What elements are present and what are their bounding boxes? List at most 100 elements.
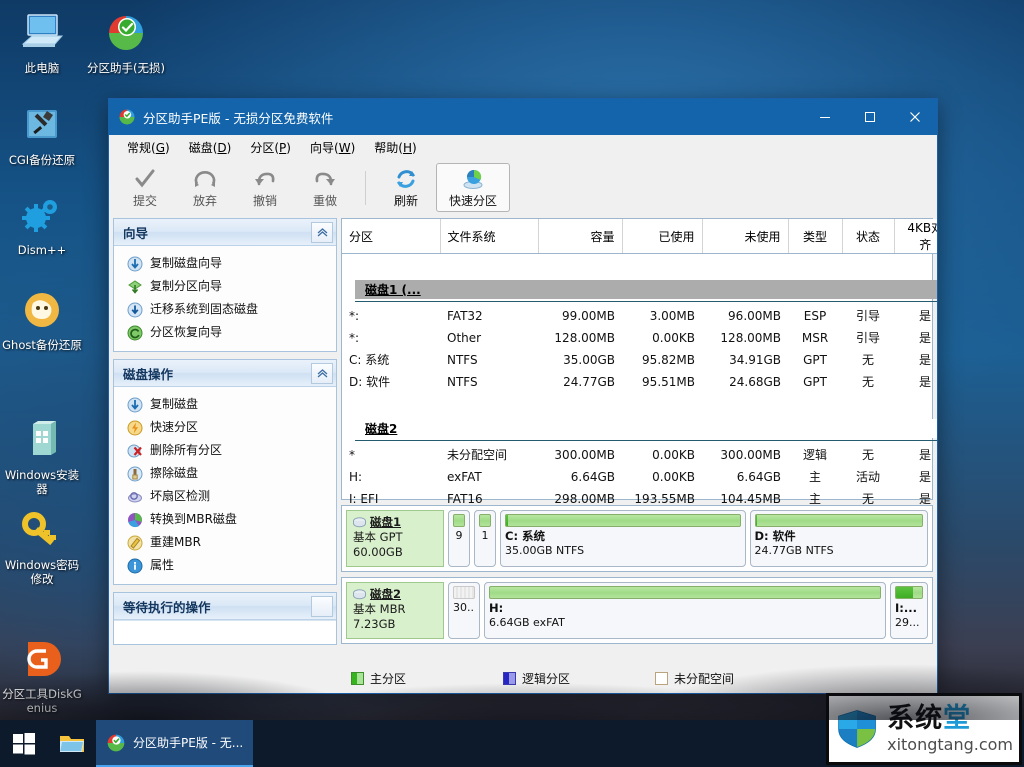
- cell-filesystem: NTFS: [447, 374, 478, 389]
- menu-partition[interactable]: 分区(P): [242, 136, 299, 159]
- sidebar-item-migrate-os[interactable]: 迁移系统到固态磁盘: [114, 298, 336, 321]
- cell-filesystem: NTFS: [447, 352, 478, 367]
- table-row[interactable]: D: 软件 NTFS 24.77GB 95.51MB 24.68GB GPT 无…: [342, 371, 937, 393]
- disk-map-1-name: 磁盘1: [370, 515, 402, 529]
- disk-map-1[interactable]: 磁盘1 基本 GPT 60.00GB 9 1 C: 系统 35.00GB NTF…: [341, 505, 933, 572]
- taskbar-file-explorer[interactable]: [48, 720, 96, 767]
- minimize-button[interactable]: [802, 99, 847, 135]
- sidebar-item-copy-disk-wizard[interactable]: 复制磁盘向导: [114, 252, 336, 275]
- wizard-panel-header[interactable]: 向导: [114, 219, 336, 246]
- cell-capacity: 24.77GB: [563, 374, 615, 389]
- migrate-os-icon: [127, 302, 143, 318]
- toolbar-undo-button[interactable]: 撤销: [235, 163, 295, 212]
- disk-map-2[interactable]: 磁盘2 基本 MBR 7.23GB 30... H: 6.64GB exFAT: [341, 577, 933, 644]
- sidebar-item-bad-sector-check[interactable]: 坏扇区检测: [114, 485, 336, 508]
- col-capacity[interactable]: 容量: [538, 219, 623, 254]
- cell-aligned: 是: [918, 353, 931, 367]
- disk-map-2-name: 磁盘2: [370, 587, 402, 601]
- partition-label-1: I:...: [895, 601, 917, 615]
- disk-group-header-row[interactable]: 磁盘1 (...: [342, 276, 937, 305]
- disk-map-partition[interactable]: H: 6.64GB exFAT: [484, 582, 886, 639]
- sidebar-item-convert-to-mbr[interactable]: 转换到MBR磁盘: [114, 508, 336, 531]
- toolbar-refresh-label: 刷新: [393, 193, 418, 208]
- sidebar-item-recover-partition-wizard[interactable]: 分区恢复向导: [114, 321, 336, 344]
- desktop-icon-dism[interactable]: Dism++: [0, 190, 84, 257]
- col-status[interactable]: 状态: [842, 219, 895, 254]
- table-row[interactable]: H: exFAT 6.64GB 0.00KB 6.64GB 主 活动 是: [342, 466, 937, 488]
- this-pc-icon: [0, 8, 84, 58]
- legend-unallocated: 未分配空间: [655, 670, 734, 687]
- disk-operations-panel: 磁盘操作 复制磁盘 快速分区 删除所有分区 擦除磁盘 坏扇区检测 转换到MBR磁…: [113, 359, 337, 585]
- menu-disk-key: D: [217, 141, 227, 155]
- window-titlebar[interactable]: 分区助手PE版 - 无损分区免费软件: [109, 99, 937, 135]
- disk-group-label: 磁盘1 (...: [355, 279, 937, 299]
- sidebar-item-copy-partition-wizard[interactable]: 复制分区向导: [114, 275, 336, 298]
- disk-map-partition[interactable]: C: 系统 35.00GB NTFS: [500, 510, 746, 567]
- disk-map-partition[interactable]: I:... 29...: [890, 582, 928, 639]
- sidebar-item-rebuild-mbr[interactable]: 重建MBR: [114, 531, 336, 554]
- table-row[interactable]: *: Other 128.00MB 0.00KB 128.00MB MSR 引导…: [342, 327, 937, 349]
- chevron-up-icon[interactable]: [311, 362, 333, 384]
- col-used[interactable]: 已使用: [622, 219, 703, 254]
- desktop-icon-partition-assistant[interactable]: 分区助手(无损): [84, 8, 168, 75]
- table-row[interactable]: *: FAT32 99.00MB 3.00MB 96.00MB ESP 引导 是: [342, 305, 937, 327]
- toolbar-redo-button[interactable]: 重做: [295, 163, 355, 212]
- cell-status: 无: [861, 448, 874, 462]
- disk-map-partition[interactable]: D: 软件 24.77GB NTFS: [749, 510, 928, 567]
- disk-operations-panel-header[interactable]: 磁盘操作: [114, 360, 336, 387]
- toolbar-quick-partition-button[interactable]: 快速分区: [436, 163, 510, 212]
- watermark-cn-black: 系统: [887, 703, 944, 734]
- cell-aligned: 是: [918, 448, 931, 462]
- rebuild-mbr-icon: [127, 535, 143, 551]
- desktop-icon-diskgenius[interactable]: 分区工具DiskGenius: [0, 634, 84, 715]
- collapse-toggle[interactable]: [311, 595, 333, 617]
- disk-group-header-row[interactable]: 磁盘2: [342, 415, 937, 444]
- chevron-up-icon[interactable]: [311, 221, 333, 243]
- sidebar-item-wipe-disk[interactable]: 擦除磁盘: [114, 462, 336, 485]
- menu-wizard[interactable]: 向导(W): [302, 136, 363, 159]
- close-button[interactable]: [892, 99, 937, 135]
- desktop-icon-label: Windows安装器: [4, 468, 80, 496]
- wipe-disk-icon: [127, 466, 143, 482]
- desktop-icon-ghost-backup[interactable]: Ghost备份还原: [0, 285, 84, 352]
- desktop-icon-windows-password[interactable]: Windows密码修改: [0, 505, 84, 586]
- menu-general[interactable]: 常规(G): [119, 136, 178, 159]
- menu-general-key: G: [155, 141, 166, 155]
- col-unused[interactable]: 未使用: [702, 219, 789, 254]
- start-button[interactable]: [0, 720, 48, 767]
- pending-operations-panel-title: 等待执行的操作: [123, 599, 211, 615]
- toolbar-commit-button[interactable]: 提交: [115, 163, 175, 212]
- pending-operations-panel-header[interactable]: 等待执行的操作: [114, 593, 336, 620]
- table-spacer: [342, 254, 937, 276]
- partition-label-1: 9: [455, 529, 463, 542]
- sidebar-item-quick-partition[interactable]: 快速分区: [114, 416, 336, 439]
- menu-disk[interactable]: 磁盘(D): [181, 136, 240, 159]
- desktop-icon-cgi-backup[interactable]: CGI备份还原: [0, 100, 84, 167]
- col-4k-aligned[interactable]: 4KB对齐: [894, 219, 937, 254]
- disk-map-partition[interactable]: 1: [474, 510, 496, 567]
- sidebar-item-copy-disk[interactable]: 复制磁盘: [114, 393, 336, 416]
- toolbar-quick-partition-label: 快速分区: [448, 193, 497, 208]
- toolbar-discard-button[interactable]: 放弃: [175, 163, 235, 212]
- sidebar-item-label: 复制磁盘向导: [150, 256, 223, 270]
- table-row[interactable]: * 未分配空间 300.00MB 0.00KB 300.00MB 逻辑 无 是: [342, 444, 937, 466]
- toolbar-refresh-button[interactable]: 刷新: [376, 163, 436, 212]
- menu-help[interactable]: 帮助(H): [366, 136, 424, 159]
- cell-used: 0.00KB: [652, 469, 695, 484]
- sidebar-item-delete-all-partitions[interactable]: 删除所有分区: [114, 439, 336, 462]
- table-row[interactable]: C: 系统 NTFS 35.00GB 95.82MB 34.91GB GPT 无…: [342, 349, 937, 371]
- taskbar-item-partition-assistant[interactable]: 分区助手PE版 - 无...: [96, 720, 254, 767]
- col-filesystem[interactable]: 文件系统: [440, 219, 539, 254]
- toolbar-commit-label: 提交: [132, 193, 157, 208]
- col-partition[interactable]: 分区: [342, 219, 441, 254]
- disk-map-partition[interactable]: 30...: [448, 582, 480, 639]
- sidebar-item-properties[interactable]: 属性: [114, 554, 336, 577]
- desktop-icon-windows-installer[interactable]: Windows安装器: [0, 415, 84, 496]
- maximize-button[interactable]: [847, 99, 892, 135]
- disk-map-partition[interactable]: 9: [448, 510, 470, 567]
- table-spacer: [342, 393, 937, 415]
- cell-used: 0.00KB: [652, 330, 695, 345]
- cell-filesystem: FAT32: [447, 308, 483, 323]
- desktop-icon-this-pc[interactable]: 此电脑: [0, 8, 84, 75]
- col-type[interactable]: 类型: [788, 219, 843, 254]
